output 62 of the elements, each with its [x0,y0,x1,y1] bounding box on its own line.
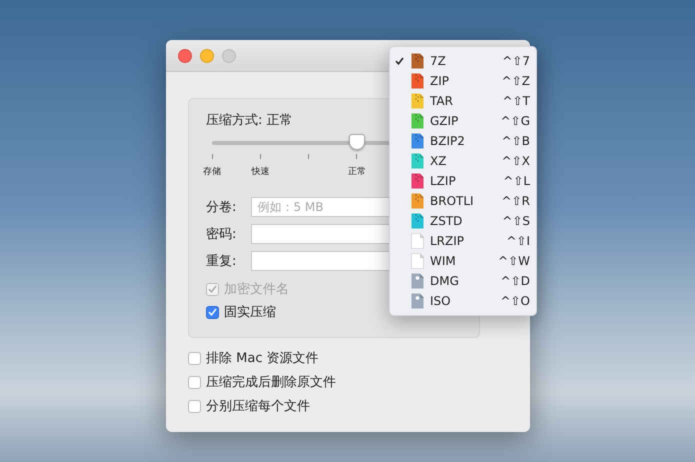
checkbox[interactable] [188,376,201,388]
menu-item-label: ISO [430,294,452,308]
menu-item[interactable]: LZIP ^⇧L [390,171,536,191]
menu-item[interactable]: TAR ^⇧T [390,91,536,111]
field-label: 密码: [206,226,238,243]
shortcut-label: ^⇧L [503,174,530,188]
close-button[interactable] [178,48,192,62]
shortcut-label: ^⇧T [502,94,530,108]
menu-item-label: LZIP [430,174,457,188]
field-label: 重复: [206,253,238,270]
shortcut-label: ^⇧I [506,234,530,248]
checkbox[interactable] [188,352,201,364]
menu-item[interactable]: GZIP ^⇧G [390,111,536,131]
shortcut-label: ^⇧D [500,274,530,288]
menu-item[interactable]: LRZIP ^⇧I [390,231,536,251]
menu-item-label: ZIP [430,74,450,88]
shortcut-label: ^⇧B [502,134,530,148]
tick-mark [260,154,261,159]
slider-thumb[interactable] [349,134,365,150]
tick-label: 正常 [348,166,366,177]
menu-item[interactable]: BZIP2 ^⇧B [390,131,536,151]
shortcut-label: ^⇧S [502,214,530,228]
menu-item-label: ZSTD [430,214,464,228]
menu-item[interactable]: 7Z ^⇧7 [390,51,536,71]
shortcut-label: ^⇧7 [502,54,530,68]
checkbox-label: 分别压缩每个文件 [206,398,310,415]
tick-label: 快速 [251,166,270,177]
menu-item-label: BROTLI [430,194,475,208]
field-label: 分卷: [206,199,238,216]
tick-mark [308,154,310,159]
shortcut-label: ^⇧O [500,294,530,308]
checkbox[interactable] [206,306,219,318]
checkmark-icon [395,57,404,65]
menu-item[interactable]: ZIP ^⇧Z [390,71,536,91]
shortcut-label: ^⇧Z [502,74,530,88]
tick-label: 存储 [203,166,221,177]
menu-item-label: DMG [430,274,460,288]
shortcut-label: ^⇧G [500,114,530,128]
checkbox-label: 排除 Mac 资源文件 [206,350,319,367]
checkbox-label: 加密文件名 [224,281,289,298]
shortcut-label: ^⇧R [502,194,530,208]
shortcut-label: ^⇧X [502,154,530,168]
menu-item-label: TAR [430,94,454,108]
menu-item-label: BZIP2 [430,134,466,148]
checkbox[interactable] [188,400,201,412]
checkmark-icon [208,285,217,293]
menu-item-label: WIM [430,254,457,268]
menu-item[interactable]: XZ ^⇧X [390,151,536,171]
menu-item-label: GZIP [430,114,460,128]
menu-item-label: LRZIP [430,234,466,248]
shortcut-label: ^⇧W [498,254,530,268]
compression-method-label: 压缩方式: 正常 [206,112,293,129]
checkbox-label: 固实压缩 [224,304,276,321]
tick-mark [356,154,358,159]
menu-item[interactable]: DMG ^⇧D [390,271,536,291]
checkbox-label: 压缩完成后删除原文件 [206,374,336,391]
menu-item[interactable]: ISO ^⇧O [390,291,536,311]
menu-item-label: XZ [430,154,448,168]
menu-item[interactable]: WIM ^⇧W [390,251,536,271]
checkmark-icon [208,308,217,316]
minimize-button[interactable] [200,48,214,62]
menu-item-label: 7Z [430,54,447,68]
